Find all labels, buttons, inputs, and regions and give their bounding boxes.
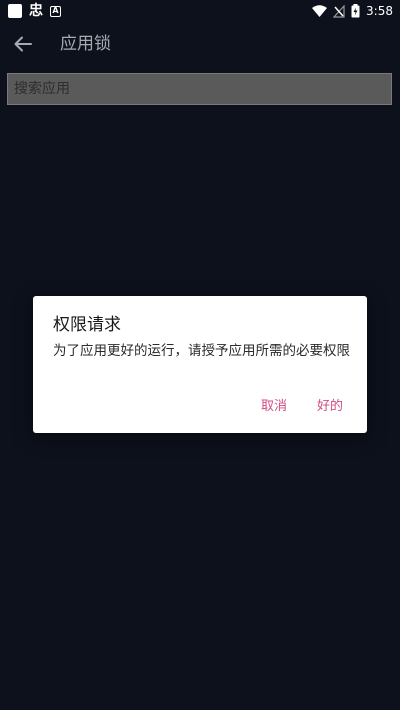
app-lock-screen: 忠 A 3:58 应用锁 权限请求 为了应用更好的运行，请授 xyxy=(0,0,400,710)
battery-charging-icon xyxy=(351,4,360,18)
notification-square-icon xyxy=(8,4,22,18)
notification-app-icon: 忠 xyxy=(29,3,43,19)
dialog-message: 为了应用更好的运行，请授予应用所需的必要权限 xyxy=(53,343,350,359)
toolbar: 应用锁 xyxy=(0,22,400,68)
dialog-title: 权限请求 xyxy=(53,315,121,335)
status-bar-right: 3:58 xyxy=(312,3,393,19)
notification-a-icon: A xyxy=(50,5,61,17)
permission-dialog: 权限请求 为了应用更好的运行，请授予应用所需的必要权限 取消 好的 xyxy=(33,296,367,433)
no-signal-icon xyxy=(333,4,345,18)
dialog-actions: 取消 好的 xyxy=(261,398,343,416)
arrow-left-icon[interactable] xyxy=(12,33,34,55)
status-bar: 忠 A 3:58 xyxy=(0,0,400,22)
ok-button[interactable]: 好的 xyxy=(317,398,343,416)
search-input[interactable] xyxy=(7,73,392,105)
wifi-icon xyxy=(312,5,328,17)
cancel-button[interactable]: 取消 xyxy=(261,398,287,416)
status-time: 3:58 xyxy=(366,4,393,18)
page-title: 应用锁 xyxy=(60,34,111,54)
status-bar-left: 忠 A xyxy=(8,3,61,19)
